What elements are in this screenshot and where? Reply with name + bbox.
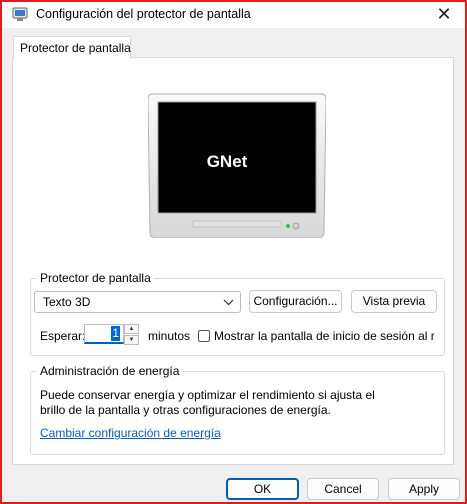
selected-screen-saver: Texto 3D <box>43 295 91 309</box>
settings-button[interactable]: Configuración... <box>249 290 342 313</box>
preview-button[interactable]: Vista previa <box>351 290 437 313</box>
show-logon-checkbox[interactable] <box>198 330 210 342</box>
power-description-line1: Puede conservar energía y optimizar el r… <box>40 388 375 402</box>
cancel-button[interactable]: Cancel <box>307 478 379 500</box>
wait-minutes-input[interactable]: 1 <box>84 324 124 344</box>
power-description-line2: brillo de la pantalla y otras configurac… <box>40 403 331 417</box>
monitor-preview: GNet <box>148 93 326 238</box>
chevron-down-icon <box>223 299 234 306</box>
wait-minutes-value: 1 <box>111 326 120 341</box>
tab-screen-saver[interactable]: Protector de pantalla <box>13 36 131 59</box>
ok-button[interactable]: OK <box>226 478 299 500</box>
wait-spinner: ▲ ▼ <box>124 324 140 346</box>
close-icon[interactable]: ✕ <box>431 3 457 25</box>
power-group-legend: Administración de energía <box>37 364 183 378</box>
preview-text: GNet <box>207 152 248 171</box>
screen-saver-settings-window: Configuración del protector de pantalla … <box>0 0 467 504</box>
screen-saver-select[interactable]: Texto 3D <box>34 291 241 313</box>
show-logon-label[interactable]: Mostrar la pantalla de inicio de sesión … <box>214 329 434 343</box>
screen-saver-group-legend: Protector de pantalla <box>37 271 154 285</box>
screen-saver-app-icon <box>12 7 28 21</box>
apply-button[interactable]: Apply <box>388 478 460 500</box>
window-title: Configuración del protector de pantalla <box>36 7 251 21</box>
minutes-label: minutos <box>148 329 191 343</box>
wait-label: Esperar: <box>40 329 86 343</box>
spin-down-icon[interactable]: ▼ <box>124 335 139 345</box>
spin-up-icon[interactable]: ▲ <box>124 324 139 334</box>
change-power-settings-link[interactable]: Cambiar configuración de energía <box>40 426 221 440</box>
tab-label: Protector de pantalla <box>20 41 131 55</box>
title-bar: Configuración del protector de pantalla … <box>2 2 465 28</box>
